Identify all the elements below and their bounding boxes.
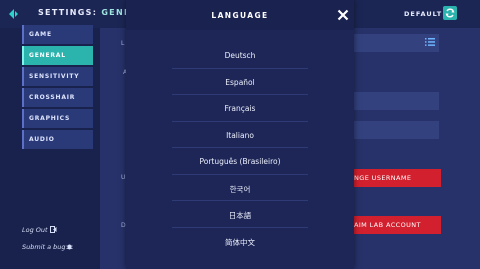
language-option-portugues[interactable]: Português (Brasileiro) — [126, 148, 354, 175]
language-modal: LANGUAGE Deutsch Español Français Italia… — [126, 0, 354, 269]
aimlab-account-button[interactable]: AIM LAB ACCOUNT — [350, 216, 441, 234]
sidebar-item-general[interactable]: GENERAL — [22, 46, 93, 65]
setting-label-fragment: U — [121, 174, 126, 181]
submit-bug-link[interactable]: Submit a bug — [22, 243, 66, 251]
logout-icon — [50, 226, 57, 233]
modal-header: LANGUAGE — [126, 0, 354, 30]
language-list: Deutsch Español Français Italiano Portug… — [126, 42, 354, 254]
sidebar-item-sensitivity[interactable]: SENSITIVITY — [22, 67, 93, 86]
language-option-deutsch[interactable]: Deutsch — [126, 42, 354, 69]
close-icon[interactable] — [337, 9, 349, 21]
sidebar: GAME GENERAL SENSITIVITY CROSSHAIR GRAPH… — [0, 25, 100, 269]
page-title: SETTINGS: GENERAL — [38, 8, 128, 17]
language-option-japanese[interactable]: 日本語 — [126, 201, 354, 228]
setting-label-fragment: L — [121, 40, 125, 47]
setting-label-fragment: D — [121, 222, 126, 229]
setting-field[interactable] — [350, 121, 439, 139]
bug-icon — [66, 244, 73, 250]
sidebar-item-game[interactable]: GAME — [22, 25, 93, 44]
language-option-chinese-simplified[interactable]: 简体中文 — [126, 228, 354, 255]
sidebar-item-crosshair[interactable]: CROSSHAIR — [22, 88, 93, 107]
setting-field[interactable] — [350, 92, 439, 110]
reset-icon[interactable] — [443, 6, 457, 20]
logout-link[interactable]: Log Out — [22, 226, 48, 234]
modal-title: LANGUAGE — [211, 11, 269, 20]
list-icon[interactable] — [425, 38, 435, 46]
change-username-button[interactable]: NGE USERNAME — [350, 169, 441, 187]
language-option-francais[interactable]: Français — [126, 95, 354, 122]
language-option-italiano[interactable]: Italiano — [126, 122, 354, 149]
aimlab-logo-icon — [9, 9, 18, 19]
language-option-korean[interactable]: 한국어 — [126, 175, 354, 202]
sidebar-item-graphics[interactable]: GRAPHICS — [22, 109, 93, 128]
default-button[interactable]: DEFAULT — [404, 10, 442, 18]
language-option-espanol[interactable]: Español — [126, 69, 354, 96]
sidebar-item-audio[interactable]: AUDIO — [22, 130, 93, 149]
